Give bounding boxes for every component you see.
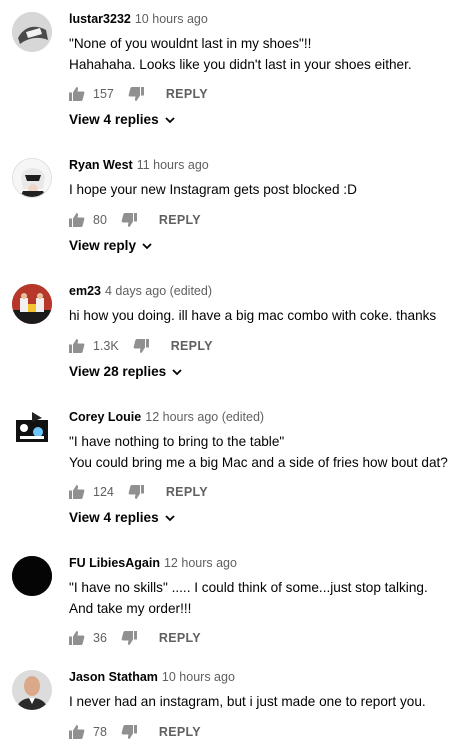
- thumbs-up-icon[interactable]: [69, 86, 85, 102]
- comment-actions: 124 REPLY: [69, 482, 208, 502]
- view-replies-button[interactable]: View 4 replies: [69, 510, 176, 525]
- comment-actions: 78 REPLY: [69, 722, 201, 742]
- view-replies-label: View 4 replies: [69, 510, 159, 525]
- author-name[interactable]: lustar3232: [69, 12, 131, 26]
- like-count: 157: [93, 87, 114, 101]
- timestamp[interactable]: 10 hours ago: [162, 670, 235, 684]
- reply-button[interactable]: REPLY: [166, 87, 208, 101]
- view-replies-button[interactable]: View 28 replies: [69, 364, 183, 379]
- view-replies-label: View reply: [69, 238, 136, 253]
- like-count: 78: [93, 725, 107, 739]
- reply-button[interactable]: REPLY: [159, 725, 201, 739]
- avatar[interactable]: [12, 12, 52, 52]
- view-replies-button[interactable]: View 4 replies: [69, 112, 176, 127]
- timestamp[interactable]: 4 days ago (edited): [105, 284, 212, 298]
- comment-text: hi how you doing. ill have a big mac com…: [69, 308, 437, 323]
- author-name[interactable]: Corey Louie: [69, 410, 141, 424]
- author-name[interactable]: Jason Statham: [69, 670, 158, 684]
- view-replies-button[interactable]: View reply: [69, 238, 153, 253]
- timestamp[interactable]: 10 hours ago: [135, 12, 208, 26]
- chevron-down-icon: [171, 366, 183, 378]
- timestamp[interactable]: 12 hours ago: [164, 556, 237, 570]
- reply-button[interactable]: REPLY: [166, 485, 208, 499]
- comment-text: "None of you wouldnt last in my shoes"!!…: [69, 36, 412, 72]
- view-replies-label: View 28 replies: [69, 364, 167, 379]
- like-count: 36: [93, 631, 107, 645]
- like-count: 124: [93, 485, 114, 499]
- thumbs-down-icon[interactable]: [128, 484, 144, 500]
- thumbs-up-icon[interactable]: [69, 630, 85, 646]
- avatar[interactable]: [12, 158, 52, 198]
- chevron-down-icon: [141, 240, 153, 252]
- like-count: 1.3K: [93, 339, 119, 353]
- comment-actions: 157 REPLY: [69, 84, 208, 104]
- thumbs-up-icon[interactable]: [69, 484, 85, 500]
- comment-actions: 36 REPLY: [69, 628, 201, 648]
- comment-header: Jason Statham 10 hours ago: [69, 670, 235, 684]
- avatar[interactable]: [12, 556, 52, 596]
- author-name[interactable]: em23: [69, 284, 101, 298]
- view-replies-label: View 4 replies: [69, 112, 159, 127]
- thumbs-up-icon[interactable]: [69, 212, 85, 228]
- comment-header: em23 4 days ago (edited): [69, 284, 212, 298]
- reply-button[interactable]: REPLY: [159, 631, 201, 645]
- comment-text: I hope your new Instagram gets post bloc…: [69, 182, 357, 197]
- author-name[interactable]: Ryan West: [69, 158, 133, 172]
- author-name[interactable]: FU LibiesAgain: [69, 556, 160, 570]
- timestamp[interactable]: 12 hours ago (edited): [145, 410, 264, 424]
- comment-header: lustar3232 10 hours ago: [69, 12, 208, 26]
- avatar[interactable]: [12, 670, 52, 710]
- thumbs-down-icon[interactable]: [121, 724, 137, 740]
- comment-header: FU LibiesAgain 12 hours ago: [69, 556, 237, 570]
- comment-text: I never had an instagram, but i just mad…: [69, 694, 426, 709]
- thumbs-up-icon[interactable]: [69, 724, 85, 740]
- comment-actions: 1.3K REPLY: [69, 336, 213, 356]
- comment-actions: 80 REPLY: [69, 210, 201, 230]
- comment-header: Corey Louie 12 hours ago (edited): [69, 410, 264, 424]
- reply-button[interactable]: REPLY: [159, 213, 201, 227]
- comment-header: Ryan West 11 hours ago: [69, 158, 209, 172]
- thumbs-down-icon[interactable]: [128, 86, 144, 102]
- avatar[interactable]: [12, 410, 52, 450]
- like-count: 80: [93, 213, 107, 227]
- chevron-down-icon: [164, 114, 176, 126]
- chevron-down-icon: [164, 512, 176, 524]
- reply-button[interactable]: REPLY: [171, 339, 213, 353]
- timestamp[interactable]: 11 hours ago: [137, 158, 209, 172]
- thumbs-down-icon[interactable]: [121, 212, 137, 228]
- comment-text: "I have no skills" ..... I could think o…: [69, 580, 428, 616]
- comment-text: "I have nothing to bring to the table" Y…: [69, 434, 448, 470]
- avatar[interactable]: [12, 284, 52, 324]
- thumbs-down-icon[interactable]: [121, 630, 137, 646]
- thumbs-down-icon[interactable]: [133, 338, 149, 354]
- thumbs-up-icon[interactable]: [69, 338, 85, 354]
